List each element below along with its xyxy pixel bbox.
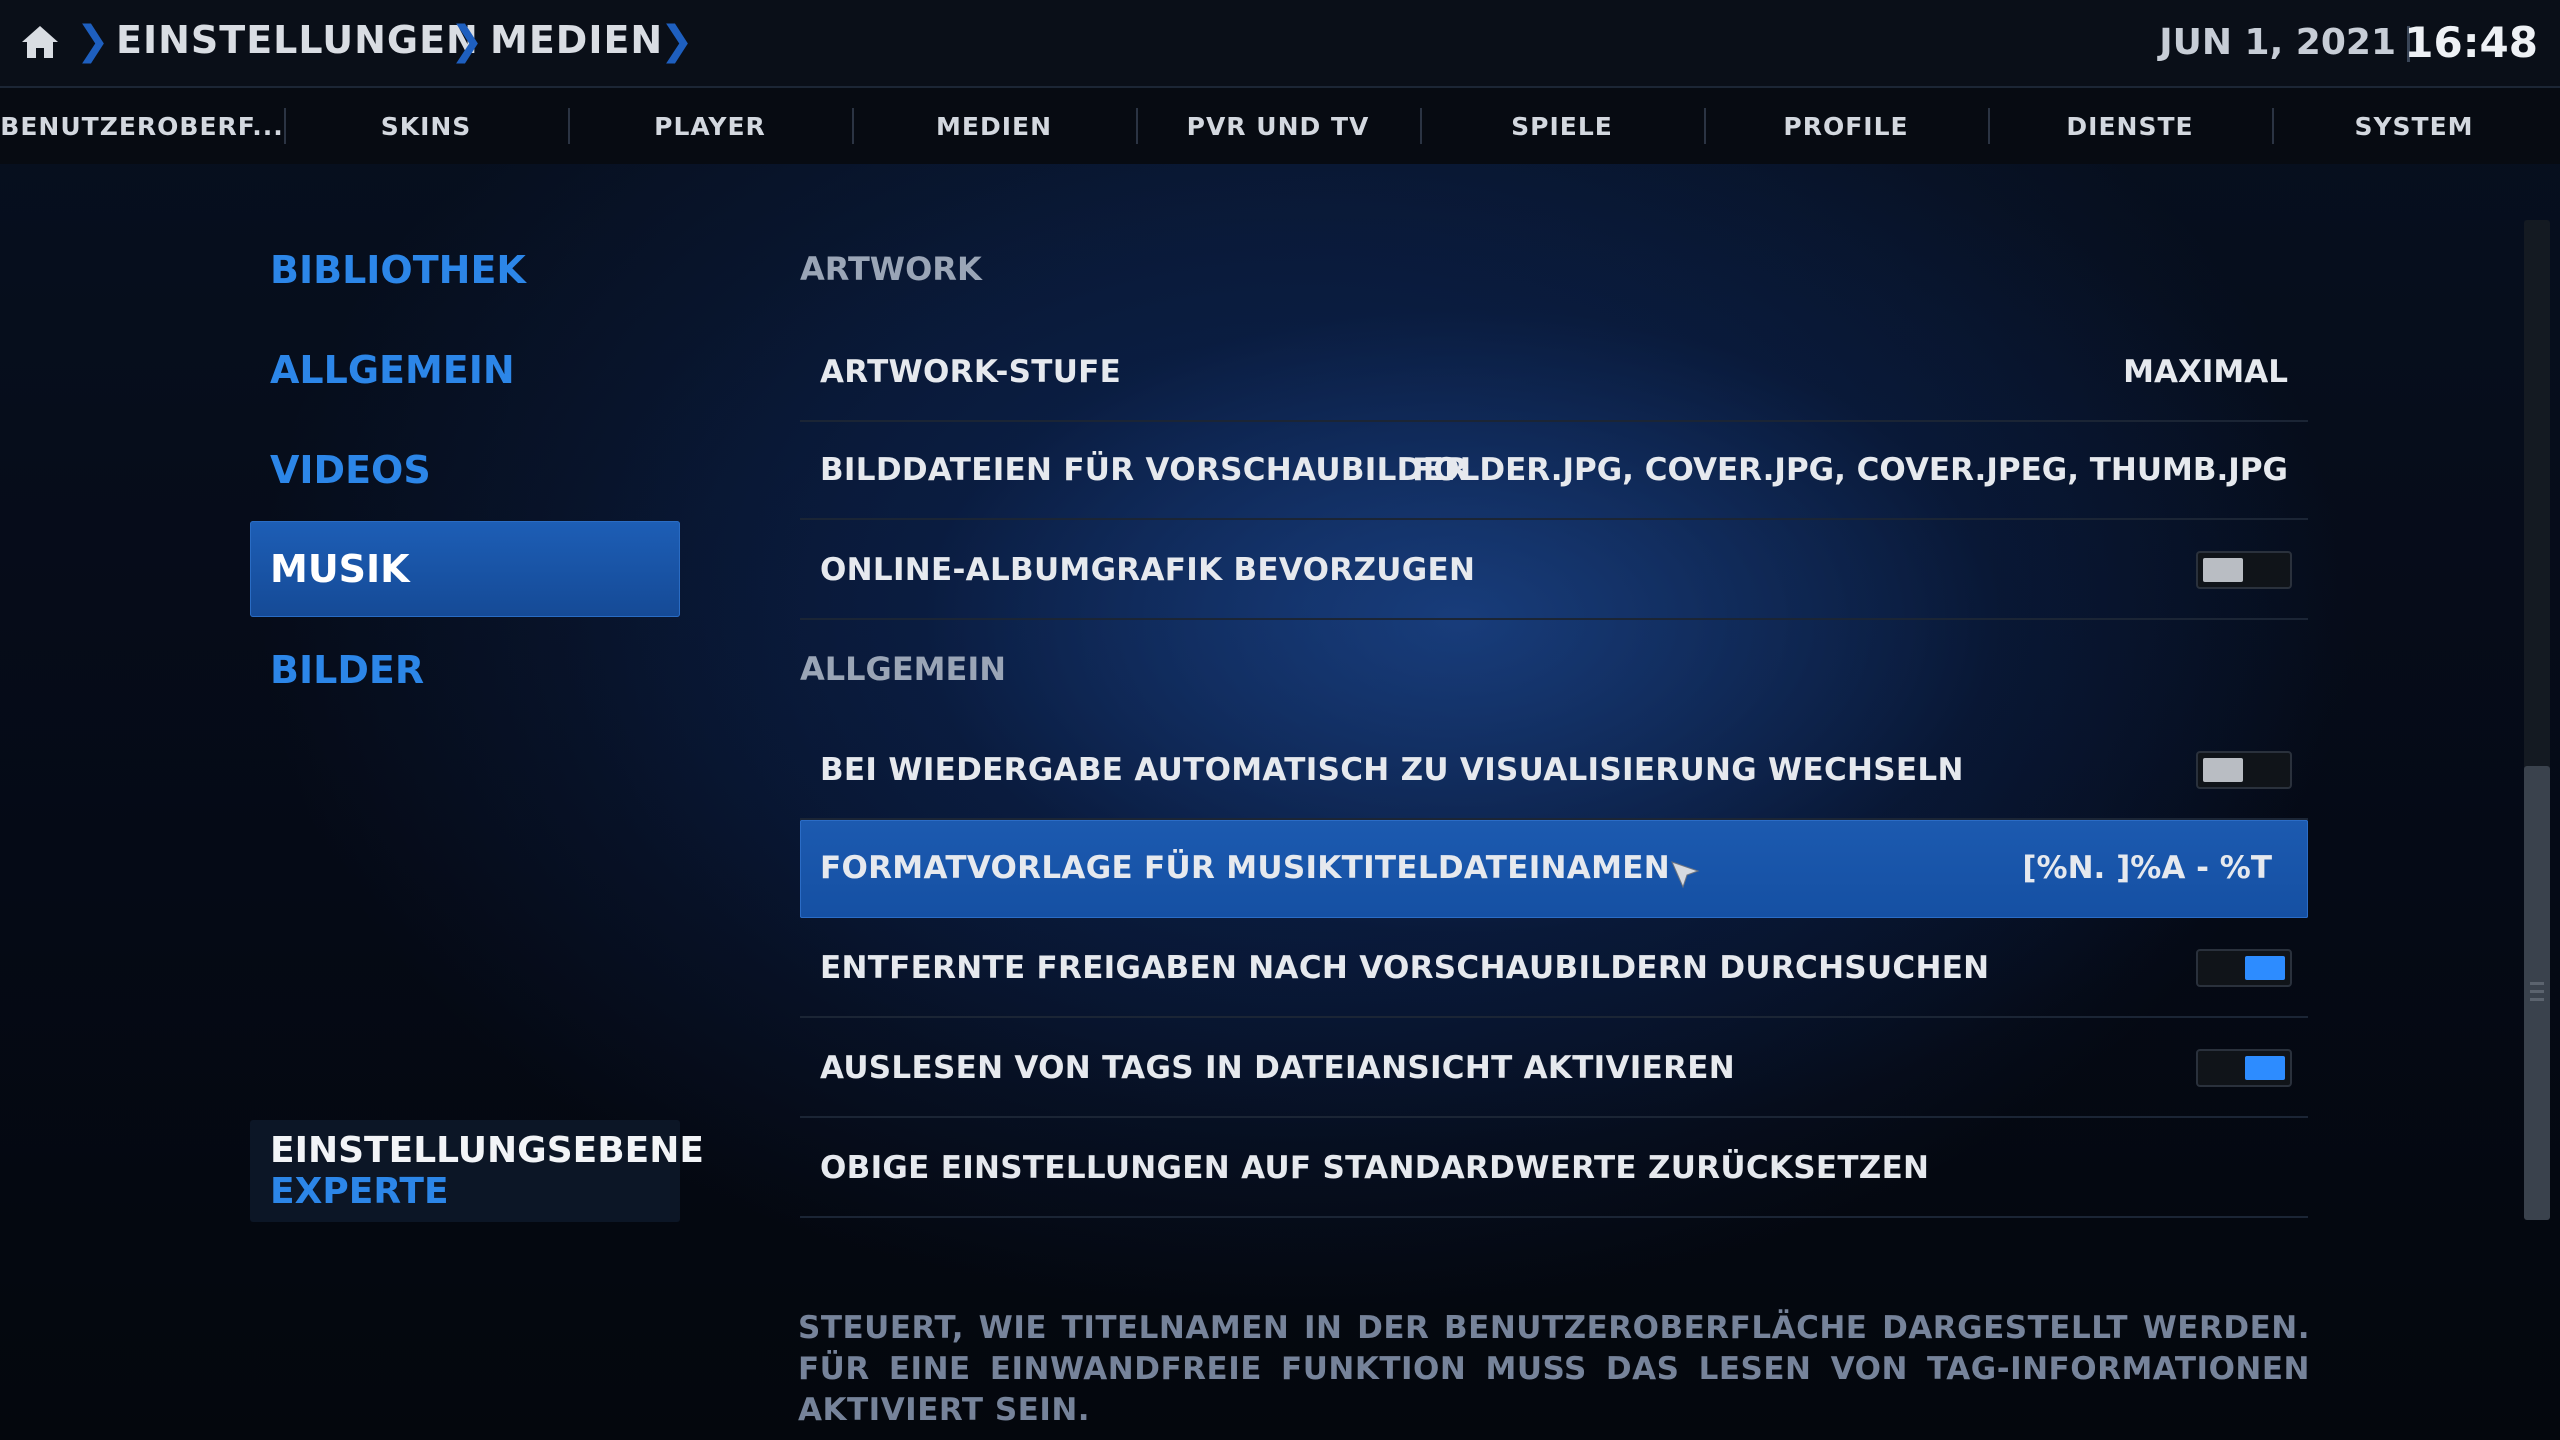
toggle-switch[interactable] xyxy=(2196,751,2292,789)
mouse-pointer-icon xyxy=(1671,861,1700,889)
breadcrumb-separator-icon: ❯ xyxy=(76,18,110,64)
setting-label: ARTWORK-STUFE xyxy=(820,354,1122,390)
tab-benutzeroberflaeche[interactable]: BENUTZEROBERF... xyxy=(0,88,284,164)
toggle-switch[interactable] xyxy=(2196,551,2292,589)
home-icon[interactable] xyxy=(20,22,60,62)
tab-spiele[interactable]: SPIELE xyxy=(1420,88,1704,164)
clock-display: 16:48 xyxy=(2404,18,2538,67)
settings-level-title: EINSTELLUNGSEBENE xyxy=(270,1130,704,1171)
settings-level-button[interactable]: EINSTELLUNGSEBENE EXPERTE xyxy=(250,1120,704,1222)
settings-level-value: EXPERTE xyxy=(270,1171,449,1212)
header-bar: ❯ EINSTELLUNGEN ❯ MEDIEN ❯ JUN 1, 2021 1… xyxy=(0,0,2560,88)
category-bibliothek[interactable]: BIBLIOTHEK xyxy=(250,222,680,318)
toggle-knob xyxy=(2203,558,2243,582)
setting-value: [%N. ]%A - %T xyxy=(2022,850,2272,886)
setting-row-reset-defaults[interactable]: OBIGE EINSTELLUNGEN AUF STANDARDWERTE ZU… xyxy=(800,1120,2308,1218)
setting-label: BEI WIEDERGABE AUTOMATISCH ZU VISUALISIE… xyxy=(820,752,1964,788)
breadcrumb-item[interactable]: MEDIEN xyxy=(490,18,663,62)
setting-row-read-tags[interactable]: AUSLESEN VON TAGS IN DATEIANSICHT AKTIVI… xyxy=(800,1020,2308,1118)
setting-description: STEUERT, WIE TITELNAMEN IN DER BENUTZERO… xyxy=(798,1310,2310,1428)
scrollbar-grip xyxy=(2530,982,2544,985)
setting-value: MAXIMAL xyxy=(2123,354,2288,390)
setting-row-auto-visualisation[interactable]: BEI WIEDERGABE AUTOMATISCH ZU VISUALISIE… xyxy=(800,722,2308,820)
setting-row-remote-thumb-scan[interactable]: ENTFERNTE FREIGABEN NACH VORSCHAUBILDERN… xyxy=(800,920,2308,1018)
tab-player[interactable]: PLAYER xyxy=(568,88,852,164)
setting-label: BILDDATEIEN FÜR VORSCHAUBILDER xyxy=(820,452,1469,488)
scrollbar-thumb[interactable] xyxy=(2524,766,2550,1220)
setting-label: ONLINE-ALBUMGRAFIK BEVORZUGEN xyxy=(820,552,1476,588)
section-header-allgemein: ALLGEMEIN xyxy=(800,650,1007,688)
toggle-knob xyxy=(2203,758,2243,782)
setting-label: AUSLESEN VON TAGS IN DATEIANSICHT AKTIVI… xyxy=(820,1050,1735,1086)
toggle-knob xyxy=(2245,956,2285,980)
kodi-settings-screen: ❯ EINSTELLUNGEN ❯ MEDIEN ❯ JUN 1, 2021 1… xyxy=(0,0,2560,1440)
tab-system[interactable]: SYSTEM xyxy=(2272,88,2556,164)
setting-label: ENTFERNTE FREIGABEN NACH VORSCHAUBILDERN… xyxy=(820,950,1990,986)
category-videos[interactable]: VIDEOS xyxy=(250,422,680,518)
category-allgemein[interactable]: ALLGEMEIN xyxy=(250,322,680,418)
tab-medien[interactable]: MEDIEN xyxy=(852,88,1136,164)
setting-label: OBIGE EINSTELLUNGEN AUF STANDARDWERTE ZU… xyxy=(820,1150,1930,1186)
toggle-knob xyxy=(2245,1056,2285,1080)
setting-row-track-format[interactable]: FORMATVORLAGE FÜR MUSIKTITELDATEINAMEN [… xyxy=(800,820,2308,918)
breadcrumb-separator-icon: ❯ xyxy=(450,18,484,64)
tab-profile[interactable]: PROFILE xyxy=(1704,88,1988,164)
category-tab-bar: BENUTZEROBERF... SKINS PLAYER MEDIEN PVR… xyxy=(0,88,2560,164)
setting-value: FOLDER.JPG, COVER.JPG, COVER.JPEG, THUMB… xyxy=(1412,452,2288,488)
category-musik[interactable]: MUSIK xyxy=(250,521,680,617)
category-bilder[interactable]: BILDER xyxy=(250,622,680,718)
date-display: JUN 1, 2021 xyxy=(2159,22,2396,63)
toggle-switch[interactable] xyxy=(2196,1049,2292,1087)
tab-skins[interactable]: SKINS xyxy=(284,88,568,164)
tab-pvr-und-tv[interactable]: PVR UND TV xyxy=(1136,88,1420,164)
breadcrumb-separator-icon: ❯ xyxy=(660,18,694,64)
setting-label: FORMATVORLAGE FÜR MUSIKTITELDATEINAMEN xyxy=(820,850,1670,886)
tab-dienste[interactable]: DIENSTE xyxy=(1988,88,2272,164)
setting-row-prefer-online-album-art[interactable]: ONLINE-ALBUMGRAFIK BEVORZUGEN xyxy=(800,522,2308,620)
section-header-artwork: ARTWORK xyxy=(800,250,982,288)
scrollbar-grip xyxy=(2530,990,2544,993)
toggle-switch[interactable] xyxy=(2196,949,2292,987)
setting-row-thumbnail-files[interactable]: BILDDATEIEN FÜR VORSCHAUBILDER FOLDER.JP… xyxy=(800,422,2308,520)
breadcrumb-item[interactable]: EINSTELLUNGEN xyxy=(116,18,479,62)
scrollbar-grip xyxy=(2530,998,2544,1001)
setting-row-artwork-level[interactable]: ARTWORK-STUFE MAXIMAL xyxy=(800,324,2308,422)
